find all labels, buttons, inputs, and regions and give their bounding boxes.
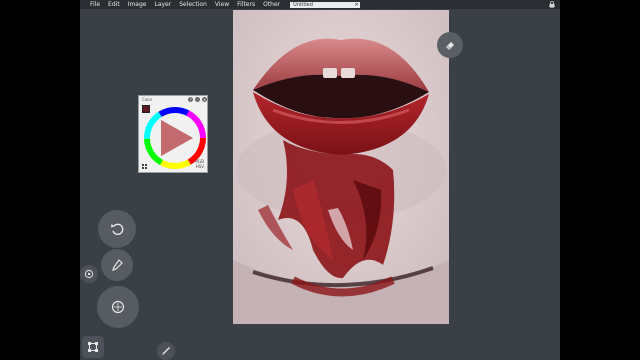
- menu-bar: File Edit Image Layer Selection View Fil…: [80, 0, 560, 9]
- pen-button[interactable]: [157, 342, 175, 360]
- document-tab-title: Untitled: [293, 1, 313, 8]
- document-tab[interactable]: Untitled ✕: [290, 1, 361, 8]
- undo-button[interactable]: [98, 210, 136, 248]
- menu-edit[interactable]: Edit: [104, 0, 124, 9]
- painting-artwork: [233, 10, 449, 324]
- eyedropper-button[interactable]: [101, 249, 133, 281]
- brush-size-button[interactable]: [97, 286, 139, 328]
- menu-file[interactable]: File: [86, 0, 104, 9]
- pen-icon: [162, 347, 170, 355]
- undo-icon: [111, 223, 124, 236]
- painting-canvas[interactable]: [233, 10, 449, 324]
- panel-help-button[interactable]: ?: [188, 97, 193, 102]
- menu-view[interactable]: View: [211, 0, 233, 9]
- menu-selection[interactable]: Selection: [175, 0, 211, 9]
- rotate-button[interactable]: [80, 265, 98, 283]
- close-tab-button[interactable]: ✕: [354, 2, 359, 8]
- lock-icon[interactable]: [549, 1, 555, 8]
- panel-close-button[interactable]: x: [202, 97, 207, 102]
- transform-icon: [88, 342, 98, 352]
- brush-size-icon: [111, 300, 125, 314]
- menu-filters[interactable]: Filters: [233, 0, 259, 9]
- menu-image[interactable]: Image: [124, 0, 151, 9]
- grid-icon[interactable]: [142, 164, 147, 169]
- color-panel: Color ? - x RGB HSV: [138, 95, 208, 173]
- menu-other[interactable]: Other: [259, 0, 284, 9]
- color-panel-title: Color: [142, 97, 153, 102]
- hsv-mode-label[interactable]: HSV: [196, 164, 204, 169]
- paint-app-window: File Edit Image Layer Selection View Fil…: [80, 0, 560, 360]
- eraser-button[interactable]: [437, 32, 463, 58]
- rotate-icon: [84, 269, 94, 279]
- eyedropper-icon: [112, 259, 123, 271]
- panel-minimize-button[interactable]: -: [195, 97, 200, 102]
- transform-button[interactable]: [82, 336, 104, 358]
- menu-layer[interactable]: Layer: [150, 0, 175, 9]
- eraser-icon: [446, 42, 454, 50]
